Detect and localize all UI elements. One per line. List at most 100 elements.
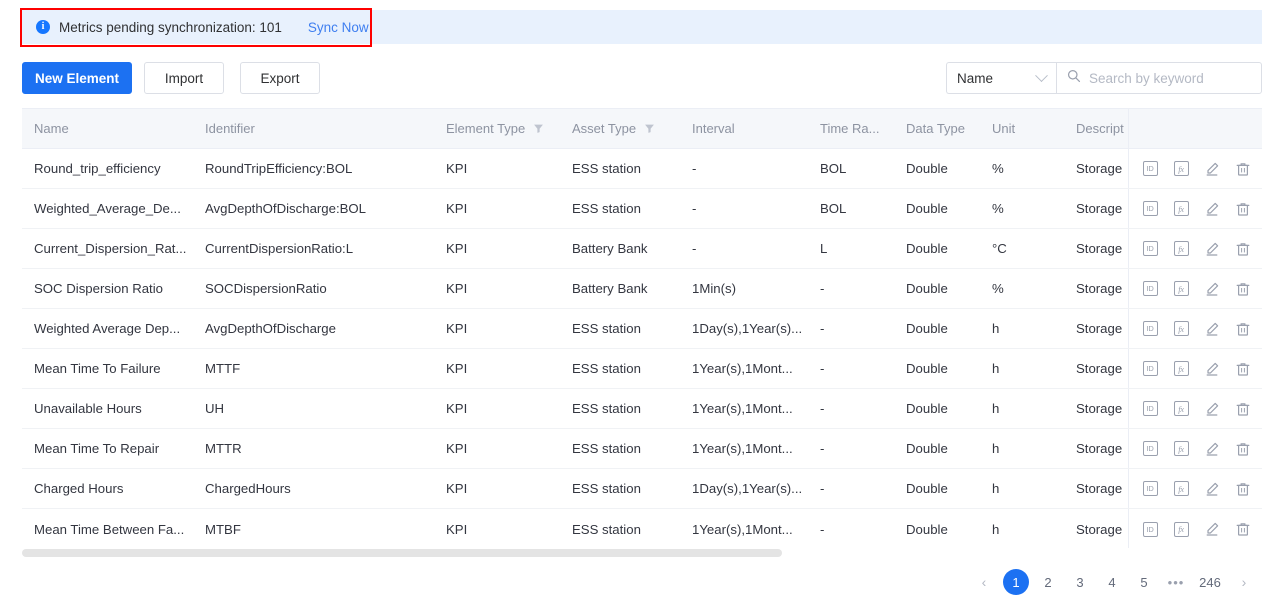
- cell-interval: 1Year(s),1Mont...: [692, 509, 822, 548]
- row-actions: ID fx: [1128, 309, 1262, 348]
- edit-pencil-icon[interactable]: [1203, 280, 1221, 298]
- sync-alert-bar: i Metrics pending synchronization: 101 S…: [22, 10, 1262, 44]
- elements-table: NameIdentifierElement TypeAsset TypeInte…: [22, 108, 1262, 548]
- id-badge-icon[interactable]: ID: [1141, 240, 1159, 258]
- delete-trash-icon[interactable]: [1234, 280, 1252, 298]
- sync-alert-message: Metrics pending synchronization: 101: [59, 20, 282, 35]
- search-field-select[interactable]: Name: [946, 62, 1056, 94]
- edit-pencil-icon[interactable]: [1203, 160, 1221, 178]
- id-badge-icon[interactable]: ID: [1141, 160, 1159, 178]
- delete-trash-icon[interactable]: [1234, 200, 1252, 218]
- pagination-page-4[interactable]: 4: [1099, 569, 1125, 595]
- formula-icon[interactable]: fx: [1172, 480, 1190, 498]
- new-element-button[interactable]: New Element: [22, 62, 132, 94]
- edit-pencil-icon[interactable]: [1203, 240, 1221, 258]
- table-row[interactable]: Charged HoursChargedHoursKPIESS station1…: [22, 469, 1262, 509]
- edit-pencil-icon[interactable]: [1203, 520, 1221, 538]
- cell-description: Storage: [1076, 149, 1136, 188]
- id-badge-icon[interactable]: ID: [1141, 520, 1159, 538]
- table-row[interactable]: SOC Dispersion RatioSOCDispersionRatioKP…: [22, 269, 1262, 309]
- table-row[interactable]: Mean Time To FailureMTTFKPIESS station1Y…: [22, 349, 1262, 389]
- cell-asset_type: ESS station: [572, 509, 692, 548]
- formula-icon[interactable]: fx: [1172, 320, 1190, 338]
- pagination-prev-icon[interactable]: ‹: [971, 569, 997, 595]
- export-button[interactable]: Export: [240, 62, 320, 94]
- id-badge-icon[interactable]: ID: [1141, 320, 1159, 338]
- pagination-page-last[interactable]: 246: [1195, 569, 1225, 595]
- info-circle-icon: i: [36, 20, 50, 34]
- cell-element_type: KPI: [446, 189, 576, 228]
- delete-trash-icon[interactable]: [1234, 520, 1252, 538]
- column-header-label: Identifier: [205, 121, 255, 136]
- edit-pencil-icon[interactable]: [1203, 440, 1221, 458]
- filter-funnel-icon[interactable]: [644, 123, 655, 134]
- delete-trash-icon[interactable]: [1234, 320, 1252, 338]
- edit-pencil-icon[interactable]: [1203, 480, 1221, 498]
- formula-icon[interactable]: fx: [1172, 400, 1190, 418]
- edit-pencil-icon[interactable]: [1203, 400, 1221, 418]
- cell-asset_type: Battery Bank: [572, 269, 692, 308]
- cell-asset_type: ESS station: [572, 429, 692, 468]
- formula-icon[interactable]: fx: [1172, 200, 1190, 218]
- cell-time_range: -: [820, 309, 905, 348]
- table-row[interactable]: Unavailable HoursUHKPIESS station1Year(s…: [22, 389, 1262, 429]
- id-badge-icon[interactable]: ID: [1141, 200, 1159, 218]
- table-row[interactable]: Weighted Average Dep...AvgDepthOfDischar…: [22, 309, 1262, 349]
- cell-data_type: Double: [906, 429, 996, 468]
- formula-icon[interactable]: fx: [1172, 520, 1190, 538]
- edit-pencil-icon[interactable]: [1203, 200, 1221, 218]
- cell-unit: h: [992, 469, 1062, 508]
- edit-pencil-icon[interactable]: [1203, 320, 1221, 338]
- pagination-page-5[interactable]: 5: [1131, 569, 1157, 595]
- table-row[interactable]: Weighted_Average_De...AvgDepthOfDischarg…: [22, 189, 1262, 229]
- pagination-page-2[interactable]: 2: [1035, 569, 1061, 595]
- formula-icon[interactable]: fx: [1172, 240, 1190, 258]
- cell-interval: 1Year(s),1Mont...: [692, 389, 822, 428]
- cell-element_type: KPI: [446, 149, 576, 188]
- id-badge-icon[interactable]: ID: [1141, 280, 1159, 298]
- column-header-identifier: Identifier: [205, 109, 445, 148]
- filter-funnel-icon[interactable]: [533, 123, 544, 134]
- delete-trash-icon[interactable]: [1234, 480, 1252, 498]
- sync-now-link[interactable]: Sync Now: [308, 20, 369, 35]
- cell-identifier: CurrentDispersionRatio:L: [205, 229, 445, 268]
- table-row[interactable]: Mean Time Between Fa...MTBFKPIESS statio…: [22, 509, 1262, 548]
- formula-icon[interactable]: fx: [1172, 440, 1190, 458]
- id-badge-icon[interactable]: ID: [1141, 360, 1159, 378]
- delete-trash-icon[interactable]: [1234, 240, 1252, 258]
- search-input[interactable]: [1089, 71, 1266, 86]
- cell-name: Round_trip_efficiency: [34, 149, 214, 188]
- pagination-page-3[interactable]: 3: [1067, 569, 1093, 595]
- cell-asset_type: ESS station: [572, 469, 692, 508]
- table-row[interactable]: Round_trip_efficiencyRoundTripEfficiency…: [22, 149, 1262, 189]
- cell-asset_type: ESS station: [572, 189, 692, 228]
- formula-icon[interactable]: fx: [1172, 160, 1190, 178]
- cell-interval: 1Year(s),1Mont...: [692, 349, 822, 388]
- pagination-ellipsis[interactable]: •••: [1163, 569, 1189, 595]
- row-actions: ID fx: [1128, 269, 1262, 308]
- pagination-page-1[interactable]: 1: [1003, 569, 1029, 595]
- delete-trash-icon[interactable]: [1234, 440, 1252, 458]
- cell-element_type: KPI: [446, 309, 576, 348]
- edit-pencil-icon[interactable]: [1203, 360, 1221, 378]
- cell-identifier: AvgDepthOfDischarge: [205, 309, 445, 348]
- import-button[interactable]: Import: [144, 62, 224, 94]
- cell-asset_type: ESS station: [572, 149, 692, 188]
- column-header-unit: Unit: [992, 109, 1062, 148]
- search-box[interactable]: [1056, 62, 1262, 94]
- table-row[interactable]: Current_Dispersion_Rat...CurrentDispersi…: [22, 229, 1262, 269]
- id-badge-icon[interactable]: ID: [1141, 480, 1159, 498]
- table-row[interactable]: Mean Time To RepairMTTRKPIESS station1Ye…: [22, 429, 1262, 469]
- horizontal-scrollbar-thumb[interactable]: [22, 549, 782, 557]
- delete-trash-icon[interactable]: [1234, 360, 1252, 378]
- cell-time_range: BOL: [820, 189, 905, 228]
- pagination-next-icon[interactable]: ›: [1231, 569, 1257, 595]
- id-badge-icon[interactable]: ID: [1141, 400, 1159, 418]
- formula-icon[interactable]: fx: [1172, 360, 1190, 378]
- id-badge-icon[interactable]: ID: [1141, 440, 1159, 458]
- formula-icon[interactable]: fx: [1172, 280, 1190, 298]
- column-header-label: Descript: [1076, 121, 1124, 136]
- delete-trash-icon[interactable]: [1234, 400, 1252, 418]
- horizontal-scrollbar[interactable]: [22, 549, 1262, 557]
- delete-trash-icon[interactable]: [1234, 160, 1252, 178]
